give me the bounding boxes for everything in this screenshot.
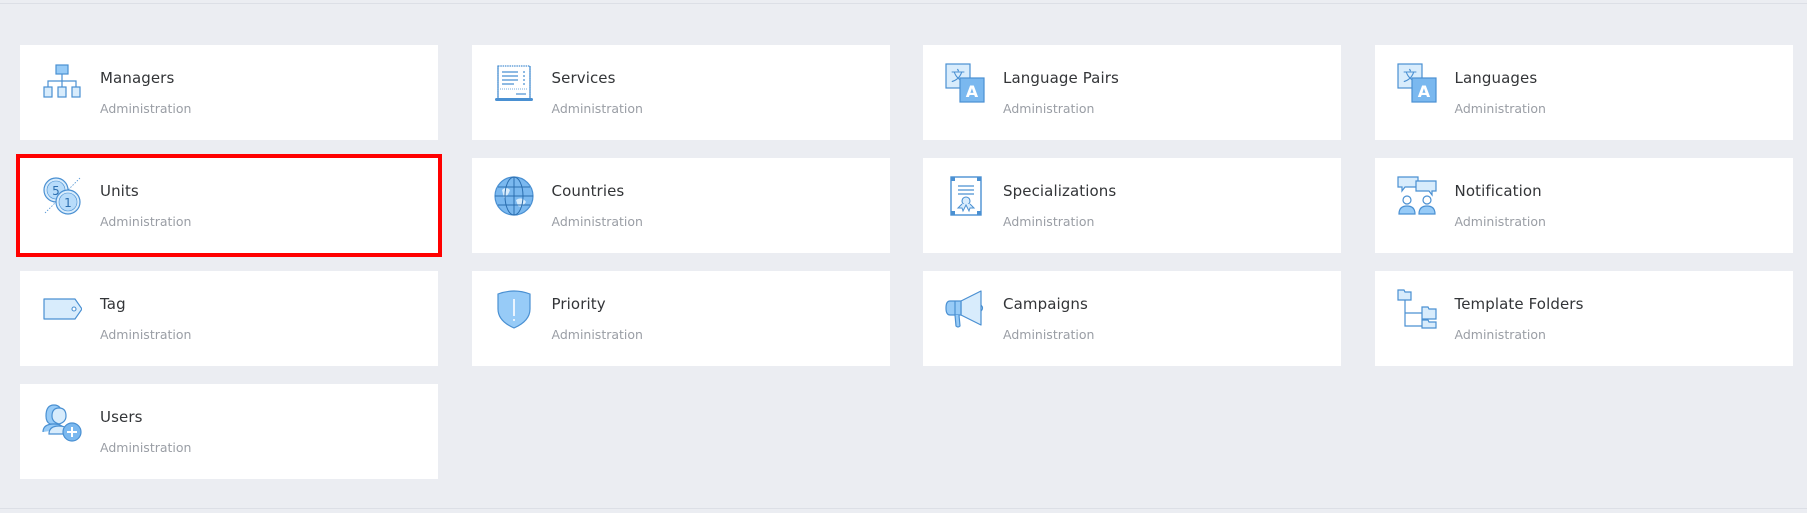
tile-title: Notification (1454, 182, 1542, 200)
tile-title: Managers (100, 69, 175, 87)
receipt-icon (494, 63, 534, 103)
tile-title: Tag (100, 295, 126, 313)
tile-services[interactable]: Services Administration (471, 45, 890, 140)
tile-title: Languages (1454, 69, 1538, 87)
tile-subtitle: Administration (1003, 101, 1095, 116)
tile-languages[interactable]: 文 A Languages Administration (1374, 45, 1793, 140)
tile-subtitle: Administration (1003, 214, 1095, 229)
tile-title: Specializations (1003, 182, 1117, 200)
tile-title: Units (100, 182, 139, 200)
svg-text:A: A (966, 82, 979, 101)
units-coins-icon: 5 1 (42, 176, 82, 216)
tile-title: Countries (551, 182, 625, 200)
tile-countries[interactable]: Countries Administration (471, 158, 890, 253)
certificate-icon (945, 176, 985, 216)
svg-text:1: 1 (64, 196, 72, 210)
top-divider (0, 3, 1807, 4)
tile-subtitle: Administration (100, 327, 192, 342)
tile-subtitle: Administration (100, 101, 192, 116)
tile-tag[interactable]: Tag Administration (20, 271, 438, 366)
tile-managers[interactable]: Managers Administration (20, 45, 438, 140)
tile-language-pairs[interactable]: 文 A Language Pairs Administration (923, 45, 1341, 140)
tile-title: Services (551, 69, 616, 87)
tile-subtitle: Administration (100, 440, 192, 455)
tile-template-folders[interactable]: Template Folders Administration (1374, 271, 1793, 366)
tile-notification[interactable]: Notification Administration (1374, 158, 1793, 253)
translate-icon: 文 A (1396, 63, 1437, 103)
tile-specializations[interactable]: Specializations Administration (923, 158, 1341, 253)
add-users-icon (42, 402, 82, 442)
bottom-divider (0, 508, 1807, 509)
svg-text:A: A (1417, 82, 1430, 101)
administration-tiles-grid: Managers Administration Services Adminis… (16, 45, 1793, 479)
tile-priority[interactable]: Priority Administration (471, 271, 890, 366)
tile-subtitle: Administration (1003, 327, 1095, 342)
tile-units[interactable]: 5 1 Units Administration (16, 154, 442, 257)
tile-subtitle: Administration (551, 214, 643, 229)
tag-icon (42, 289, 82, 329)
tile-title: Language Pairs (1003, 69, 1119, 87)
tile-title: Template Folders (1454, 295, 1584, 313)
tile-subtitle: Administration (551, 101, 643, 116)
tile-campaigns[interactable]: Campaigns Administration (923, 271, 1341, 366)
tile-subtitle: Administration (1454, 214, 1546, 229)
chat-users-icon (1396, 176, 1437, 216)
tile-title: Campaigns (1003, 295, 1088, 313)
globe-icon (493, 176, 534, 216)
shield-alert-icon (494, 289, 534, 329)
tile-users[interactable]: Users Administration (20, 384, 438, 479)
tile-subtitle: Administration (1454, 327, 1546, 342)
tile-title: Priority (551, 295, 606, 313)
tile-title: Users (100, 408, 143, 426)
tile-subtitle: Administration (100, 214, 192, 229)
tile-subtitle: Administration (1454, 101, 1546, 116)
folder-tree-icon (1396, 289, 1437, 329)
translate-icon: 文 A (945, 63, 985, 103)
megaphone-icon (945, 289, 985, 329)
org-chart-icon (42, 63, 82, 103)
tile-subtitle: Administration (551, 327, 643, 342)
